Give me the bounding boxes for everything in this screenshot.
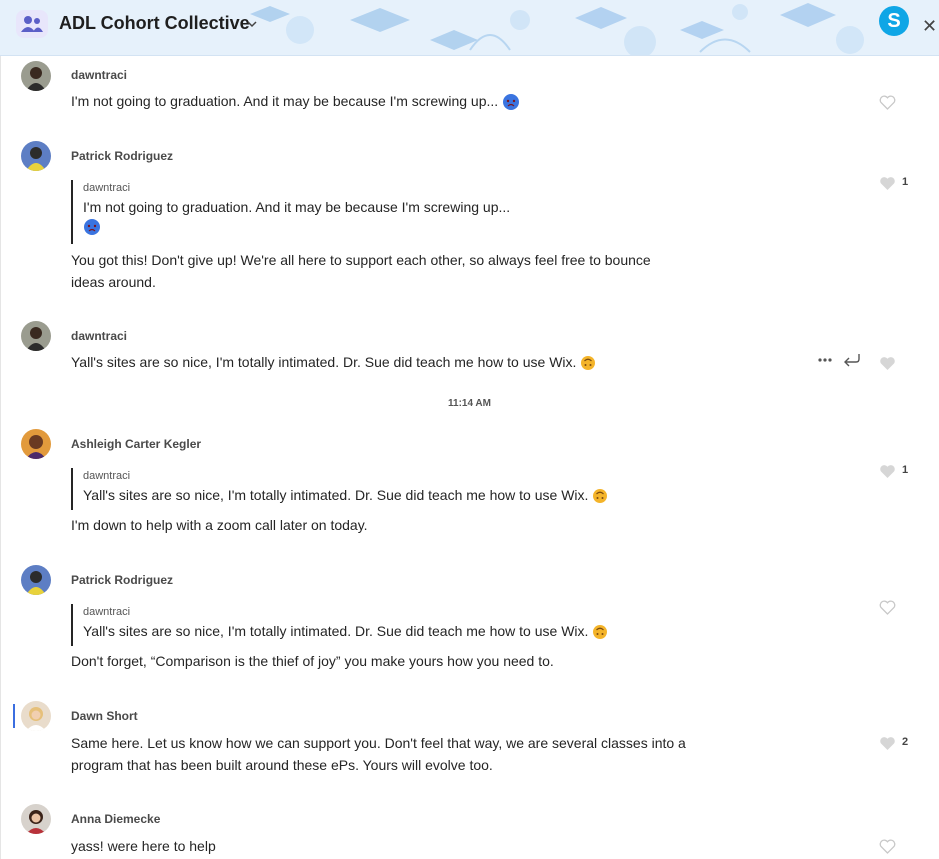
quote-text: Yall's sites are so nice, I'm totally in…: [83, 484, 608, 506]
avatar[interactable]: [21, 61, 51, 91]
message-text: I'm down to help with a zoom call later …: [71, 517, 368, 533]
like-heart-icon[interactable]: [879, 176, 896, 191]
like-heart-icon[interactable]: [879, 600, 896, 615]
message-author: Dawn Short: [71, 709, 138, 723]
message-author: Ashleigh Carter Kegler: [71, 437, 202, 451]
quote-author: dawntraci: [83, 182, 131, 194]
chat-title[interactable]: ADL Cohort Collective: [59, 13, 250, 34]
skype-icon[interactable]: S: [879, 6, 909, 36]
quote-body: Yall's sites are so nice, I'm totally in…: [83, 623, 589, 639]
message-body-line: ideas around.: [71, 274, 156, 290]
close-icon[interactable]: ✕: [922, 17, 937, 35]
message-body-line: You got this! Don't give up! We're all h…: [71, 252, 651, 268]
avatar[interactable]: [21, 804, 51, 834]
quote-body: Yall's sites are so nice, I'm totally in…: [83, 487, 589, 503]
message-body: I'm not going to graduation. And it may …: [71, 93, 499, 109]
selected-indicator: [13, 704, 15, 728]
like-heart-icon[interactable]: [879, 95, 896, 110]
message-author: Patrick Rodriguez: [71, 573, 174, 587]
message-text: Don't forget, “Comparison is the thief o…: [71, 653, 554, 669]
message-text: Yall's sites are so nice, I'm totally in…: [71, 351, 731, 373]
quoted-message: dawntraci Yall's sites are so nice, I'm …: [71, 604, 608, 646]
upside-down-face-emoji-icon: [581, 356, 596, 371]
message-text: You got this! Don't give up! We're all h…: [71, 249, 731, 293]
message-author: Anna Diemecke: [71, 812, 161, 826]
like-heart-icon[interactable]: [879, 356, 896, 371]
message-text: I'm not going to graduation. And it may …: [71, 90, 731, 112]
quote-text: I'm not going to graduation. And it may …: [83, 199, 511, 215]
avatar[interactable]: [21, 429, 51, 459]
pane-border: [0, 56, 1, 859]
message-text: Same here. Let us know how we can suppor…: [71, 732, 731, 776]
like-count: 2: [902, 736, 909, 748]
avatar[interactable]: [21, 141, 51, 171]
quote-text: Yall's sites are so nice, I'm totally in…: [83, 620, 608, 642]
timestamp-divider: 11:14 AM: [448, 398, 491, 409]
message-text: yass! were here to help: [71, 838, 216, 854]
message-body-line: Same here. Let us know how we can suppor…: [71, 735, 686, 751]
message-actions: [817, 353, 861, 367]
sad-face-emoji-icon: [503, 94, 520, 111]
avatar[interactable]: [21, 701, 51, 731]
upside-down-face-emoji-icon: [593, 625, 608, 640]
upside-down-face-emoji-icon: [593, 489, 608, 504]
avatar[interactable]: [21, 321, 51, 351]
quote-author: dawntraci: [83, 470, 131, 482]
like-count: 1: [902, 464, 909, 476]
more-icon[interactable]: [817, 357, 833, 363]
like-heart-icon[interactable]: [879, 464, 896, 479]
like-count: 1: [902, 176, 909, 188]
quote-author: dawntraci: [83, 606, 131, 618]
avatar[interactable]: [21, 565, 51, 595]
chat-header: ADL Cohort Collective S ✕: [0, 0, 939, 56]
message-body-line: program that has been built around these…: [71, 757, 493, 773]
reply-icon[interactable]: [843, 353, 861, 367]
group-chat-icon: [16, 10, 48, 38]
chevron-down-icon[interactable]: [246, 18, 258, 30]
message-author: dawntraci: [71, 68, 128, 82]
message-author: dawntraci: [71, 329, 128, 343]
quoted-message: dawntraci Yall's sites are so nice, I'm …: [71, 468, 608, 510]
quoted-message: dawntraci I'm not going to graduation. A…: [71, 180, 510, 244]
sad-face-emoji-icon: [84, 219, 100, 235]
like-heart-icon[interactable]: [879, 839, 896, 854]
message-body: Yall's sites are so nice, I'm totally in…: [71, 354, 577, 370]
like-heart-icon[interactable]: [879, 736, 896, 751]
message-author: Patrick Rodriguez: [71, 149, 174, 163]
